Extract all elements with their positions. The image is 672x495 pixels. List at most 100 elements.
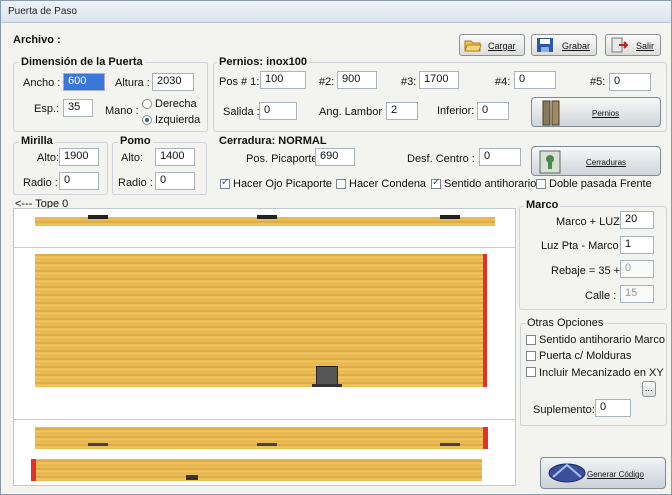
door-face bbox=[35, 254, 485, 387]
esp-input[interactable]: 35 bbox=[63, 99, 93, 117]
door-preview-canvas bbox=[13, 208, 516, 486]
pernios-title: Pernios: inox100 bbox=[217, 56, 310, 68]
ang-lambor-label: Ang. Lambor : bbox=[319, 106, 389, 118]
exit-icon bbox=[611, 37, 628, 53]
rebaje-label: Rebaje = 35 + bbox=[551, 265, 621, 277]
derecha-radio[interactable] bbox=[142, 99, 152, 109]
hinge-mark bbox=[257, 443, 277, 446]
lock-plate bbox=[312, 384, 342, 387]
pos2-input[interactable]: 900 bbox=[337, 71, 377, 89]
hinge-mark bbox=[88, 215, 108, 219]
pomo-radio-label: Radio : bbox=[118, 177, 153, 189]
mirilla-alto-label: Alto: bbox=[37, 152, 60, 164]
molduras-checkbox[interactable] bbox=[526, 351, 536, 361]
salida-label: Salida : bbox=[223, 106, 260, 118]
hinge-mark bbox=[88, 443, 108, 446]
door-bottom-edge bbox=[35, 459, 482, 481]
edge-marker bbox=[31, 459, 36, 481]
hacer-ojo-label: Hacer Ojo Picaporte bbox=[233, 178, 333, 190]
inferior-input[interactable]: 0 bbox=[477, 102, 509, 120]
pomo-alto-input[interactable]: 1400 bbox=[155, 148, 195, 166]
marco-luz-input[interactable]: 20 bbox=[620, 211, 654, 229]
altura-input[interactable]: 2030 bbox=[152, 73, 194, 91]
doble-pasada-checkbox[interactable] bbox=[536, 179, 546, 189]
marco-title: Marco bbox=[524, 199, 561, 211]
desf-centro-label: Desf. Centro : bbox=[407, 153, 475, 165]
otras-opciones-title: Otras Opciones bbox=[525, 317, 606, 329]
desf-centro-input[interactable]: 0 bbox=[479, 148, 521, 166]
title-bar: Puerta de Paso bbox=[1, 1, 671, 23]
suplemento-input[interactable]: 0 bbox=[595, 399, 631, 417]
rebaje-input[interactable]: 0 bbox=[620, 260, 654, 278]
molduras-label: Puerta c/ Molduras bbox=[539, 350, 632, 362]
calle-label: Calle : bbox=[585, 290, 617, 302]
edge-marker bbox=[483, 427, 488, 449]
canvas-divider bbox=[14, 419, 515, 420]
suplemento-label: Suplemento: bbox=[533, 404, 595, 416]
pos5-input[interactable]: 0 bbox=[609, 73, 651, 91]
generar-codigo-button[interactable]: Generar Código bbox=[540, 457, 666, 489]
archivo-label: Archivo : bbox=[13, 34, 61, 46]
grabar-button[interactable]: Grabar bbox=[531, 34, 597, 56]
hacer-condena-label: Hacer Condena bbox=[349, 178, 427, 190]
sentido-antihorario-checkbox[interactable] bbox=[431, 177, 441, 189]
mecanizado-checkbox[interactable] bbox=[526, 367, 536, 377]
hinge-icon bbox=[542, 100, 560, 126]
pos2-label: #2: bbox=[319, 76, 335, 88]
salir-button[interactable]: Salir bbox=[605, 34, 661, 56]
pomo-alto-label: Alto: bbox=[121, 152, 144, 164]
ang-lambor-input[interactable]: 2 bbox=[386, 102, 418, 120]
pernios-button[interactable]: Pernios bbox=[531, 97, 661, 127]
altura-label: Altura : bbox=[115, 77, 150, 89]
pomo-radio-input[interactable]: 0 bbox=[155, 172, 195, 190]
hacer-ojo-checkbox[interactable] bbox=[220, 177, 230, 189]
cerraduras-button[interactable]: Cerraduras bbox=[531, 146, 661, 176]
marco-luz-label: Marco + LUZ: bbox=[556, 216, 623, 228]
sentido-antihorario-label: Sentido antihorario bbox=[444, 178, 537, 190]
dimension-title: Dimensión de la Puerta bbox=[19, 56, 145, 68]
calle-input[interactable]: 15 bbox=[620, 285, 654, 303]
hinge-mark bbox=[257, 215, 277, 219]
mirilla-title: Mirilla bbox=[19, 135, 55, 147]
pos1-label: Pos # 1: bbox=[219, 76, 260, 88]
sentido-marco-label: Sentido antihorario Marco bbox=[539, 334, 665, 346]
luz-pta-marco-input[interactable]: 1 bbox=[620, 236, 654, 254]
pos4-input[interactable]: 0 bbox=[514, 71, 556, 89]
luz-pta-marco-label: Luz Pta - Marco : bbox=[541, 240, 625, 252]
pos4-label: #4: bbox=[495, 76, 511, 88]
lock-icon bbox=[539, 150, 561, 174]
inferior-label: Inferior: bbox=[437, 105, 475, 117]
doble-pasada-label: Doble pasada Frente bbox=[549, 178, 652, 190]
mirilla-radio-input[interactable]: 0 bbox=[59, 172, 99, 190]
window-title: Puerta de Paso bbox=[8, 6, 77, 17]
esp-label: Esp.: bbox=[34, 103, 60, 115]
derecha-label: Derecha bbox=[155, 98, 197, 110]
door-edge-marker bbox=[483, 254, 487, 387]
lock-mark bbox=[186, 475, 198, 480]
save-icon bbox=[537, 38, 553, 52]
mano-label: Mano : bbox=[105, 105, 139, 117]
pos3-input[interactable]: 1700 bbox=[419, 71, 459, 89]
mirilla-alto-input[interactable]: 1900 bbox=[59, 148, 99, 166]
cnc-icon bbox=[548, 463, 586, 483]
sentido-marco-checkbox[interactable] bbox=[526, 335, 536, 345]
picaporte-label: Pos. Picaporte bbox=[246, 153, 318, 165]
izquierda-label: Izquierda bbox=[155, 114, 201, 126]
pos1-input[interactable]: 100 bbox=[260, 71, 306, 89]
ancho-label: Ancho : bbox=[23, 77, 61, 89]
pos3-label: #3: bbox=[401, 76, 417, 88]
izquierda-radio[interactable] bbox=[142, 115, 152, 125]
cargar-button[interactable]: Cargar bbox=[459, 34, 525, 56]
picaporte-input[interactable]: 690 bbox=[315, 148, 355, 166]
hacer-condena-checkbox[interactable] bbox=[336, 179, 346, 189]
cerradura-title: Cerradura: NORMAL bbox=[217, 135, 329, 147]
canvas-divider bbox=[14, 247, 515, 248]
pomo-title: Pomo bbox=[118, 135, 153, 147]
browse-button[interactable]: ... bbox=[642, 381, 656, 397]
mirilla-radio-label: Radio : bbox=[23, 177, 58, 189]
main-window: Puerta de Paso Archivo : Cargar Grabar S… bbox=[0, 0, 672, 495]
salida-input[interactable]: 0 bbox=[259, 102, 297, 120]
pos5-label: #5: bbox=[590, 76, 606, 88]
ancho-input[interactable]: 600 bbox=[63, 73, 105, 91]
mecanizado-label: Incluir Mecanizado en XY bbox=[539, 367, 664, 379]
